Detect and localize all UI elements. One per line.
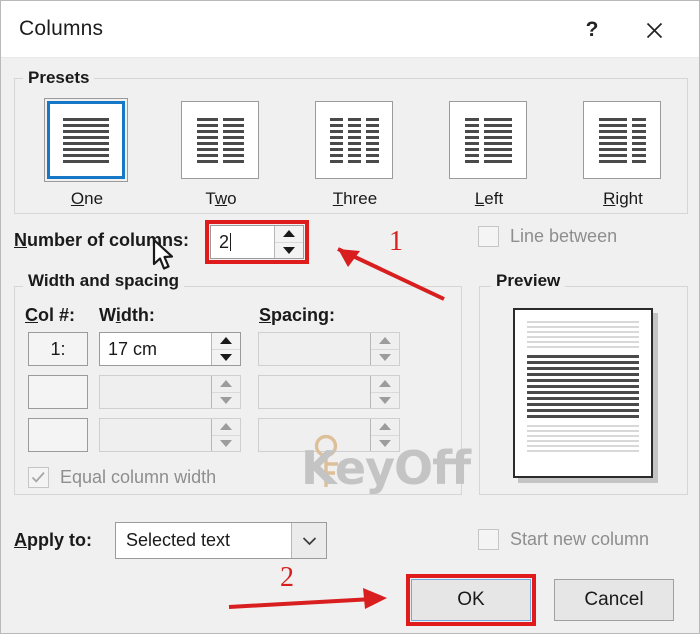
col-number-3: [28, 418, 88, 452]
annotation-label-2: 2: [280, 562, 294, 593]
mouse-cursor-icon: [152, 238, 176, 278]
presets-group-label: Presets: [23, 68, 95, 88]
spacing-input-3[interactable]: [258, 418, 400, 452]
annotation-label-1: 1: [389, 226, 403, 257]
preview-lines-bottom: [527, 425, 639, 452]
apply-to-label: Apply to:: [14, 530, 92, 550]
checkbox-box: [478, 226, 499, 247]
width-1-spinner-down-arrow-icon[interactable]: [212, 350, 240, 366]
preset-two-columns-icon: [181, 101, 259, 179]
help-button[interactable]: ?: [569, 11, 615, 49]
width-3-spinner-down-arrow-icon[interactable]: [212, 436, 240, 452]
width-2-spinner-up-arrow-icon[interactable]: [212, 376, 240, 393]
apply-to-value: Selected text: [126, 530, 231, 550]
spacing-input-1[interactable]: [258, 332, 400, 366]
question-mark-icon: ?: [585, 18, 599, 41]
preset-three-columns-icon: [315, 101, 393, 179]
title-bar: Columns ?: [1, 1, 699, 58]
line-between-label: Line between: [510, 226, 618, 246]
spacing-header: Spacing:: [259, 305, 336, 325]
width-1-spinner-up-arrow-icon[interactable]: [212, 333, 240, 350]
line-between-checkbox[interactable]: Line between: [478, 226, 617, 247]
preview-page: [513, 308, 653, 478]
col-number-header: Col #:: [25, 305, 76, 325]
width-value-1: 17 cm: [108, 338, 158, 359]
spacing-2-spinner-down-arrow-icon[interactable]: [371, 393, 399, 409]
spacing-3-spinner-down-arrow-icon[interactable]: [371, 436, 399, 452]
preset-one-column-icon: [44, 98, 128, 182]
preset-two-label: Two: [205, 189, 237, 208]
equal-column-width-checkbox[interactable]: Equal column width: [28, 467, 216, 488]
preview-group-label: Preview: [491, 271, 566, 291]
preset-left-label: Left: [474, 189, 504, 208]
preset-right-label: Right: [603, 189, 643, 208]
col-number-1: 1:: [28, 332, 88, 366]
spinner-up-arrow-icon[interactable]: [275, 226, 303, 243]
col-number-2: [28, 375, 88, 409]
width-input-3[interactable]: [99, 418, 241, 452]
spinner-down-arrow-icon[interactable]: [275, 243, 303, 259]
preset-left-column-icon: [449, 101, 527, 179]
preset-right-column-icon: [583, 101, 661, 179]
width-input-2[interactable]: [99, 375, 241, 409]
preset-two[interactable]: Two: [181, 101, 261, 209]
apply-to-select[interactable]: Selected text: [115, 522, 327, 559]
checkbox-box: [28, 467, 49, 488]
preset-three[interactable]: Three: [315, 101, 395, 209]
spacing-input-2[interactable]: [258, 375, 400, 409]
annotation-arrow-2: [228, 588, 387, 609]
text-caret: [230, 233, 232, 251]
width-header: Width:: [99, 305, 155, 325]
spacing-2-spinner-up-arrow-icon[interactable]: [371, 376, 399, 393]
number-of-columns-input[interactable]: 2: [210, 225, 304, 259]
width-2-spinner-down-arrow-icon[interactable]: [212, 393, 240, 409]
page-title: Columns: [19, 17, 104, 40]
start-new-column-checkbox[interactable]: Start new column: [478, 529, 649, 550]
columns-dialog: Columns ? Presets One Two Three Left Rig…: [0, 0, 700, 634]
number-of-columns-value: 2: [219, 231, 230, 252]
spacing-3-spinner-up-arrow-icon[interactable]: [371, 419, 399, 436]
chevron-down-icon[interactable]: [291, 523, 326, 558]
preview-lines-selected: [527, 355, 639, 418]
cancel-button[interactable]: Cancel: [554, 579, 674, 621]
preset-one[interactable]: One: [44, 98, 128, 209]
preset-three-label: Three: [332, 189, 378, 208]
ok-button[interactable]: OK: [411, 579, 531, 621]
equal-column-width-label: Equal column width: [60, 467, 217, 487]
width-input-1[interactable]: 17 cm: [99, 332, 241, 366]
checkbox-box: [478, 529, 499, 550]
preset-left[interactable]: Left: [449, 101, 529, 209]
preview-lines-top: [527, 321, 639, 348]
preset-one-label: One: [70, 189, 104, 208]
width-3-spinner-up-arrow-icon[interactable]: [212, 419, 240, 436]
preset-right[interactable]: Right: [583, 101, 663, 209]
close-button[interactable]: [631, 11, 677, 49]
spacing-1-spinner-down-arrow-icon[interactable]: [371, 350, 399, 366]
checkmark-icon: [31, 471, 46, 484]
start-new-column-label: Start new column: [510, 529, 650, 549]
close-icon: [646, 22, 663, 39]
spacing-1-spinner-up-arrow-icon[interactable]: [371, 333, 399, 350]
